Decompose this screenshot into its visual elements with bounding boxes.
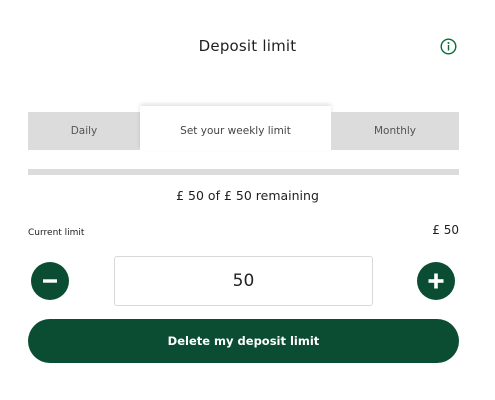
amount-input[interactable] bbox=[114, 256, 373, 306]
limit-progress-bar bbox=[28, 169, 459, 175]
delete-deposit-limit-button[interactable]: Delete my deposit limit bbox=[28, 319, 459, 363]
period-tabs: Daily Set your weekly limit Monthly bbox=[28, 106, 459, 150]
remaining-text: £ 50 of £ 50 remaining bbox=[176, 188, 319, 203]
current-limit-value: £ 50 bbox=[432, 223, 459, 237]
increase-button[interactable] bbox=[417, 262, 455, 300]
tab-daily[interactable]: Daily bbox=[28, 112, 140, 150]
page-title: Deposit limit bbox=[198, 37, 297, 55]
current-limit-label: Current limit bbox=[28, 228, 85, 238]
minus-icon bbox=[43, 279, 57, 283]
tab-monthly[interactable]: Monthly bbox=[331, 112, 459, 150]
tab-weekly[interactable]: Set your weekly limit bbox=[140, 106, 331, 150]
deposit-limit-page: Deposit limit Daily Set your weekly limi… bbox=[0, 0, 495, 400]
plus-icon bbox=[428, 273, 444, 289]
info-icon[interactable] bbox=[440, 38, 457, 55]
decrease-button[interactable] bbox=[31, 262, 69, 300]
